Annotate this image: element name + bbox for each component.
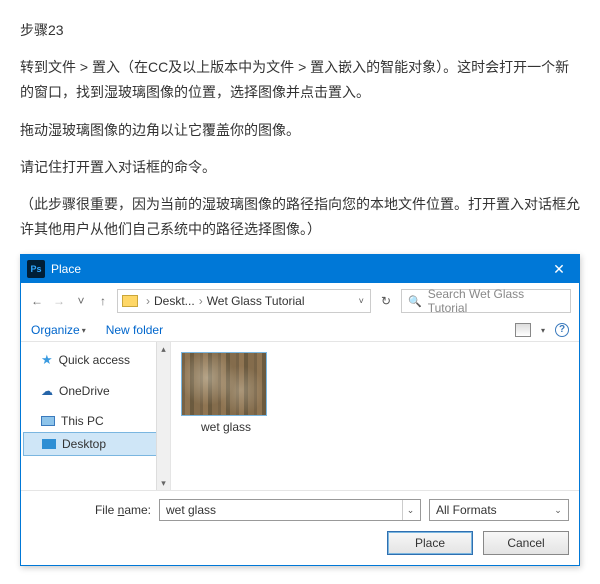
instruction-line-1: 转到文件 > 置入（在CC及以上版本中为文件 > 置入嵌入的智能对象）。这时会打… (20, 55, 580, 105)
view-mode-button[interactable] (515, 323, 531, 337)
folder-icon (122, 295, 138, 307)
search-input[interactable]: 🔍 Search Wet Glass Tutorial (401, 289, 571, 313)
sidebar-item-label: OneDrive (59, 384, 110, 398)
sidebar-item-this-pc[interactable]: This PC (21, 410, 170, 432)
toolbar: Organize ▾ New folder ▾ ? (21, 319, 579, 342)
nav-forward-button[interactable]: → (51, 294, 67, 308)
search-placeholder: Search Wet Glass Tutorial (428, 287, 564, 315)
file-item-wet-glass[interactable]: wet glass (181, 352, 271, 434)
dialog-footer: File name: wet glass ⌄ All Formats ⌄ Pla… (21, 490, 579, 565)
organize-menu[interactable]: Organize ▾ (31, 323, 86, 337)
file-name-label: wet glass (181, 420, 271, 434)
refresh-button[interactable]: ↻ (377, 294, 395, 308)
instruction-line-3: 请记住打开置入对话框的命令。 (20, 155, 580, 180)
breadcrumb-sep: › (144, 294, 152, 308)
file-list[interactable]: wet glass (171, 342, 579, 490)
star-icon: ★ (41, 352, 53, 368)
instruction-line-2: 拖动湿玻璃图像的边角以让它覆盖你的图像。 (20, 118, 580, 143)
cancel-button[interactable]: Cancel (483, 531, 569, 555)
filename-label: File name: (31, 503, 151, 517)
filename-value: wet glass (166, 503, 216, 517)
breadcrumb-dropdown-icon[interactable]: ˅ (357, 296, 366, 306)
monitor-icon (41, 416, 55, 426)
sidebar-item-desktop[interactable]: Desktop (23, 432, 168, 456)
sidebar-item-label: This PC (61, 414, 104, 428)
search-icon: 🔍 (408, 295, 422, 308)
step-title: 步骤23 (20, 18, 580, 43)
sidebar-item-label: Desktop (62, 437, 106, 451)
breadcrumb-item-desktop[interactable]: Deskt... (154, 294, 195, 308)
desktop-icon (42, 439, 56, 449)
filter-value: All Formats (436, 503, 497, 517)
scroll-down-icon[interactable]: ▾ (157, 476, 170, 490)
chevron-down-icon[interactable]: ⌄ (402, 500, 418, 520)
sidebar-item-label: Quick access (59, 353, 130, 367)
chevron-down-icon: ▾ (82, 326, 86, 335)
organize-label: Organize (31, 323, 80, 337)
instruction-block: 步骤23 转到文件 > 置入（在CC及以上版本中为文件 > 置入嵌入的智能对象）… (20, 18, 580, 242)
titlebar: Ps Place ✕ (21, 255, 579, 283)
dialog-title: Place (51, 262, 539, 276)
nav-back-button[interactable]: ← (29, 294, 45, 308)
close-button[interactable]: ✕ (539, 255, 579, 283)
chevron-down-icon[interactable]: ▾ (541, 326, 545, 335)
file-thumbnail (181, 352, 267, 416)
nav-recent-dropdown[interactable]: ˅ (73, 294, 89, 308)
nav-up-button[interactable]: ↑ (95, 294, 111, 308)
new-folder-button[interactable]: New folder (106, 323, 163, 337)
instruction-line-4: （此步骤很重要，因为当前的湿玻璃图像的路径指向您的本地文件位置。打开置入对话框允… (20, 192, 580, 242)
sidebar-scrollbar[interactable]: ▴ ▾ (156, 342, 170, 490)
sidebar-item-quick-access[interactable]: ★ Quick access (21, 348, 170, 372)
file-type-filter[interactable]: All Formats ⌄ (429, 499, 569, 521)
cloud-icon: ☁ (41, 384, 53, 398)
breadcrumb-sep: › (197, 294, 205, 308)
address-bar-row: ← → ˅ ↑ › Deskt... › Wet Glass Tutorial … (21, 283, 579, 319)
dialog-body: ★ Quick access ☁ OneDrive This PC Deskto… (21, 342, 579, 490)
help-button[interactable]: ? (555, 323, 569, 337)
scroll-up-icon[interactable]: ▴ (157, 342, 170, 356)
nav-sidebar: ★ Quick access ☁ OneDrive This PC Deskto… (21, 342, 171, 490)
photoshop-icon: Ps (27, 260, 45, 278)
place-button[interactable]: Place (387, 531, 473, 555)
chevron-down-icon[interactable]: ⌄ (550, 500, 566, 520)
breadcrumb-item-folder[interactable]: Wet Glass Tutorial (207, 294, 305, 308)
filename-input[interactable]: wet glass ⌄ (159, 499, 421, 521)
sidebar-item-onedrive[interactable]: ☁ OneDrive (21, 380, 170, 402)
breadcrumb[interactable]: › Deskt... › Wet Glass Tutorial ˅ (117, 289, 371, 313)
